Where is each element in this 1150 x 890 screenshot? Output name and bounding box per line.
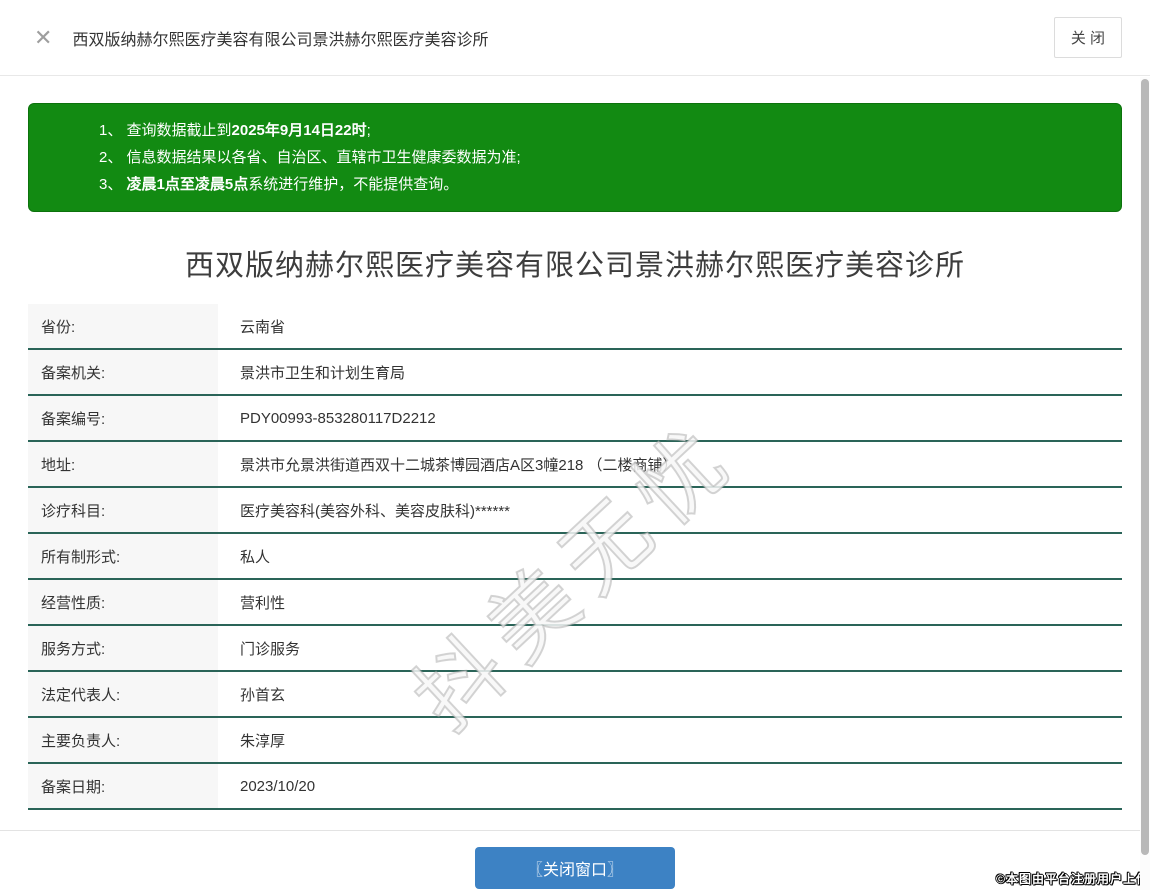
field-value: 门诊服务	[240, 640, 301, 658]
table-row: 法定代表人: 孙首玄	[28, 672, 1122, 718]
table-row: 备案日期: 2023/10/20	[28, 764, 1122, 810]
table-row: 所有制形式: 私人	[28, 534, 1122, 580]
divider	[0, 830, 1150, 831]
table-row: 备案编号: PDY00993-853280117D2212	[28, 396, 1122, 442]
record-table: 省份: 云南省备案机关: 景洪市卫生和计划生育局备案编号: PDY00993-8532…	[28, 304, 1122, 810]
field-value: 景洪市卫生和计划生育局	[240, 364, 406, 382]
close-button[interactable]: 关 闭	[1053, 17, 1122, 58]
table-row: 诊疗科目: 医疗美容科(美容外科、美容皮肤科)******	[28, 488, 1122, 534]
field-value: 孙首玄	[240, 686, 286, 704]
field-label: 主要负责人:	[28, 718, 218, 762]
notice-list: 1、 查询数据截止到2025年9月14日22时; 2、 信息数据结果以各省、自治区…	[99, 117, 1101, 198]
topbar: ✕ 西双版纳赫尔熙医疗美容有限公司景洪赫尔熙医疗美容诊所 关 闭	[0, 0, 1150, 76]
notice-line: 1、 查询数据截止到2025年9月14日22时;	[99, 122, 371, 139]
field-value: 医疗美容科(美容外科、美容皮肤科)******	[240, 502, 511, 520]
field-label: 法定代表人:	[28, 672, 218, 716]
field-value: PDY00993-853280117D2212	[240, 409, 436, 427]
table-row: 服务方式: 门诊服务	[28, 626, 1122, 672]
scrollbar-thumb[interactable]	[1141, 79, 1149, 855]
page-title: 西双版纳赫尔熙医疗美容有限公司景洪赫尔熙医疗美容诊所	[184, 250, 965, 282]
field-value: 私人	[240, 548, 271, 566]
scrollbar[interactable]	[1140, 77, 1150, 890]
table-row: 地址: 景洪市允景洪街道西双十二城茶博园酒店A区3幢218 （二楼商铺）	[28, 442, 1122, 488]
field-label: 省份:	[28, 304, 218, 348]
close-icon[interactable]: ✕	[34, 26, 52, 49]
field-label: 所有制形式:	[28, 534, 218, 578]
notice-banner: 1、 查询数据截止到2025年9月14日22时; 2、 信息数据结果以各省、自治区…	[28, 103, 1122, 212]
field-value: 营利性	[240, 594, 286, 612]
field-label: 服务方式:	[28, 626, 218, 670]
field-value: 朱淳厚	[240, 732, 286, 750]
window-title: 西双版纳赫尔熙医疗美容有限公司景洪赫尔熙医疗美容诊所	[72, 31, 489, 49]
close-window-button[interactable]: 〖关闭窗口〗	[474, 847, 675, 889]
table-row: 省份: 云南省	[28, 304, 1122, 350]
field-value: 景洪市允景洪街道西双十二城茶博园酒店A区3幢218 （二楼商铺）	[240, 456, 678, 474]
field-value: 云南省	[240, 318, 286, 336]
field-label: 诊疗科目:	[28, 488, 218, 532]
copyright-watermark: ©本图由平台注册用户上传	[996, 872, 1149, 886]
table-row: 经营性质: 营利性	[28, 580, 1122, 626]
notice-line: 2、 信息数据结果以各省、自治区、直辖市卫生健康委数据为准;	[99, 149, 521, 166]
field-label: 备案日期:	[28, 764, 218, 808]
content-area: 1、 查询数据截止到2025年9月14日22时; 2、 信息数据结果以各省、自治区…	[0, 103, 1150, 810]
field-label: 备案编号:	[28, 396, 218, 440]
button-row: 〖关闭窗口〗	[0, 847, 1150, 889]
table-row: 备案机关: 景洪市卫生和计划生育局	[28, 350, 1122, 396]
field-label: 经营性质:	[28, 580, 218, 624]
table-row: 主要负责人: 朱淳厚	[28, 718, 1122, 764]
notice-line: 3、 凌晨1点至凌晨5点系统进行维护，不能提供查询。	[99, 176, 459, 193]
field-label: 备案机关:	[28, 350, 218, 394]
field-label: 地址:	[28, 442, 218, 486]
field-value: 2023/10/20	[240, 777, 316, 795]
